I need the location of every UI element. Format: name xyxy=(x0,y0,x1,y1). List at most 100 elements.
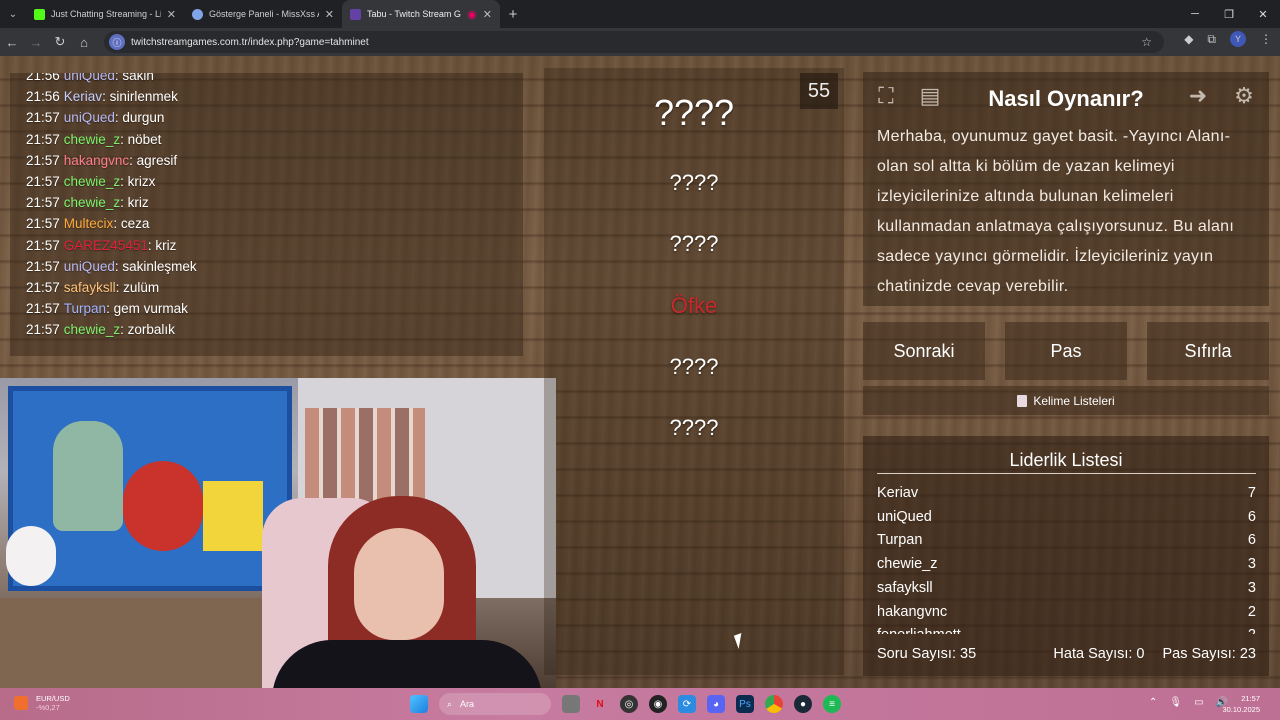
chat-username[interactable]: Keriav xyxy=(64,89,102,104)
taskbar-search[interactable]: ⌕ Ara xyxy=(439,693,551,715)
chat-message: 21:57 uniQued: durgun xyxy=(26,107,507,128)
chat-username[interactable]: chewie_z xyxy=(64,132,120,147)
notebook-icon xyxy=(1017,394,1028,407)
stats-row: Soru Sayısı: 35 Hata Sayısı: 0 Pas Sayıs… xyxy=(877,646,1256,662)
spotify-icon[interactable]: ≡ xyxy=(823,695,841,713)
chat-message: 21:57 chewie_z: kriz xyxy=(26,192,507,213)
steam-icon[interactable]: ● xyxy=(794,695,812,713)
next-button[interactable]: Sonraki xyxy=(863,322,985,380)
twitch-icon xyxy=(350,8,361,20)
chat-username[interactable]: Turpan xyxy=(64,301,106,316)
chat-text: zorbalık xyxy=(127,322,175,338)
chat-username[interactable]: hakangvnc xyxy=(64,153,129,168)
leaderboard-row: safayksll 3 xyxy=(877,577,1256,601)
chat-username[interactable]: chewie_z xyxy=(64,322,120,337)
close-window-icon[interactable]: ✕ xyxy=(1246,0,1280,28)
error-count: Hata Sayısı: 0 xyxy=(1053,646,1145,662)
reload-icon[interactable]: ↻ xyxy=(48,34,72,50)
word-lists-button[interactable]: Kelime Listeleri xyxy=(863,386,1269,415)
tab-title: Gösterge Paneli - MissXss AI Bo xyxy=(209,9,319,19)
settings-gear-icon[interactable]: ⚙ xyxy=(1227,79,1261,113)
tab-bar: ⌄ Just Chatting Streaming - Live S ✕ Gös… xyxy=(0,0,1280,28)
chat-username[interactable]: uniQued xyxy=(64,110,115,125)
tab-kick[interactable]: Just Chatting Streaming - Live S ✕ xyxy=(26,0,184,28)
player-score: 7 xyxy=(1247,485,1256,501)
close-tab-icon[interactable]: ✕ xyxy=(483,8,492,21)
chat-text: kriz xyxy=(127,195,149,211)
exit-icon[interactable]: ➜ xyxy=(1181,79,1215,113)
close-tab-icon[interactable]: ✕ xyxy=(325,8,334,21)
new-tab-button[interactable]: + xyxy=(500,0,526,28)
tab-tabu[interactable]: Tabu - Twitch Stream Game ◉ ✕ xyxy=(342,0,500,28)
taskbar-clock[interactable]: 21:57 30.10.2025 xyxy=(1222,693,1260,715)
editor-icon[interactable]: ⟳ xyxy=(678,695,696,713)
system-tray: ⌃ 🎙 ▭ 🔊 xyxy=(1149,697,1228,708)
taboo-word: ???? xyxy=(669,231,719,256)
site-info-icon[interactable]: ⓘ xyxy=(109,34,125,50)
tab-search-chevron-icon[interactable]: ⌄ xyxy=(0,0,26,28)
chat-username[interactable]: uniQued xyxy=(64,73,115,83)
task-view-icon[interactable] xyxy=(562,695,580,713)
leaderboard-list[interactable]: Keriav 7 uniQued 6 Turpan 6 chewie_z 3 safayksll… xyxy=(877,482,1256,634)
close-tab-icon[interactable]: ✕ xyxy=(167,8,176,21)
obs-icon[interactable]: ◎ xyxy=(620,695,638,713)
chevron-up-icon[interactable]: ⌃ xyxy=(1149,697,1157,708)
obs-recording-icon[interactable]: ◉ xyxy=(649,695,667,713)
player-score: 2 xyxy=(1247,603,1256,620)
taskbar: EUR/USD -%0,27 ⌕ Ara N ◎ ◉ ⟳ ◕ Ps ● ≡ ⌃ … xyxy=(0,688,1280,720)
profile-avatar[interactable]: Y xyxy=(1230,31,1246,47)
recording-icon: ◉ xyxy=(467,8,477,21)
question-count: Soru Sayısı: 35 xyxy=(877,646,977,662)
chat-username[interactable]: safayksll xyxy=(64,280,116,295)
how-to-play-panel: ⛶ ▤ Nasıl Oynanır? ➜ ⚙ Merhaba, oyunumuz… xyxy=(863,72,1269,306)
search-label: Ara xyxy=(460,699,475,709)
microphone-icon[interactable]: 🎙 xyxy=(1169,697,1182,708)
pass-button[interactable]: Pas xyxy=(1005,322,1127,380)
chat-time: 21:57 xyxy=(26,131,60,147)
reset-button[interactable]: Sıfırla xyxy=(1147,322,1269,380)
display-icon[interactable]: ▭ xyxy=(1194,697,1203,708)
chat-time: 21:57 xyxy=(26,237,60,253)
chat-username[interactable]: uniQued xyxy=(64,259,115,274)
photoshop-icon[interactable]: Ps xyxy=(736,695,754,713)
home-icon[interactable]: ⌂ xyxy=(72,35,96,50)
chat-text: sakin xyxy=(122,73,154,83)
leaderboard-row: fenerliahmett 2 xyxy=(877,624,1256,634)
back-icon[interactable]: ← xyxy=(0,35,24,50)
player-score: 3 xyxy=(1247,579,1256,596)
bookmark-star-icon[interactable]: ☆ xyxy=(1141,35,1152,49)
chat-separator: : xyxy=(120,195,128,211)
extension-diamond-icon[interactable]: ◆ xyxy=(1184,32,1193,46)
chat-time: 21:57 xyxy=(26,195,60,211)
tab-dashboard[interactable]: Gösterge Paneli - MissXss AI Bo ✕ xyxy=(184,0,342,28)
clock-time: 21:57 xyxy=(1241,694,1260,703)
minimize-icon[interactable]: ─ xyxy=(1178,0,1212,28)
chat-message: 21:57 hakangvnc: agresif xyxy=(26,150,507,171)
url-text: twitchstreamgames.com.tr/index.php?game=… xyxy=(131,36,369,48)
netflix-icon[interactable]: N xyxy=(591,695,609,713)
chat-message: 21:57 GAREZ45451: kriz xyxy=(26,235,507,256)
windows-start-icon[interactable] xyxy=(410,695,428,713)
player-name: chewie_z xyxy=(877,556,938,573)
chrome-icon[interactable] xyxy=(765,695,783,713)
chat-panel: 21:56 uniQued: sakin 21:56 Keriav: sinirlen… xyxy=(10,73,523,356)
chat-time: 21:57 xyxy=(26,110,60,126)
menu-kebab-icon[interactable]: ⋮ xyxy=(1260,32,1272,46)
chat-message: 21:57 safayksll: zulüm xyxy=(26,277,507,298)
restore-icon[interactable]: ❐ xyxy=(1212,0,1246,28)
chat-time: 21:57 xyxy=(26,216,60,232)
address-bar[interactable]: ⓘ twitchstreamgames.com.tr/index.php?gam… xyxy=(104,31,1164,53)
chat-time: 21:57 xyxy=(26,301,60,317)
chat-username[interactable]: GAREZ45451 xyxy=(64,238,148,253)
chat-time: 21:57 xyxy=(26,322,60,338)
ticker-widget[interactable]: EUR/USD -%0,27 xyxy=(14,694,70,712)
help-text: Merhaba, oyunumuz gayet basit. -Yayıncı … xyxy=(877,128,1235,295)
chat-username[interactable]: chewie_z xyxy=(64,195,120,210)
chat-username[interactable]: Multecix xyxy=(64,216,114,231)
extensions-puzzle-icon[interactable]: ⧉ xyxy=(1207,32,1216,47)
chat-username[interactable]: chewie_z xyxy=(64,174,120,189)
leaderboard-row: Turpan 6 xyxy=(877,529,1256,553)
chat-text: nöbet xyxy=(127,131,162,147)
discord-icon[interactable]: ◕ xyxy=(707,695,725,713)
forward-icon[interactable]: → xyxy=(24,35,48,50)
